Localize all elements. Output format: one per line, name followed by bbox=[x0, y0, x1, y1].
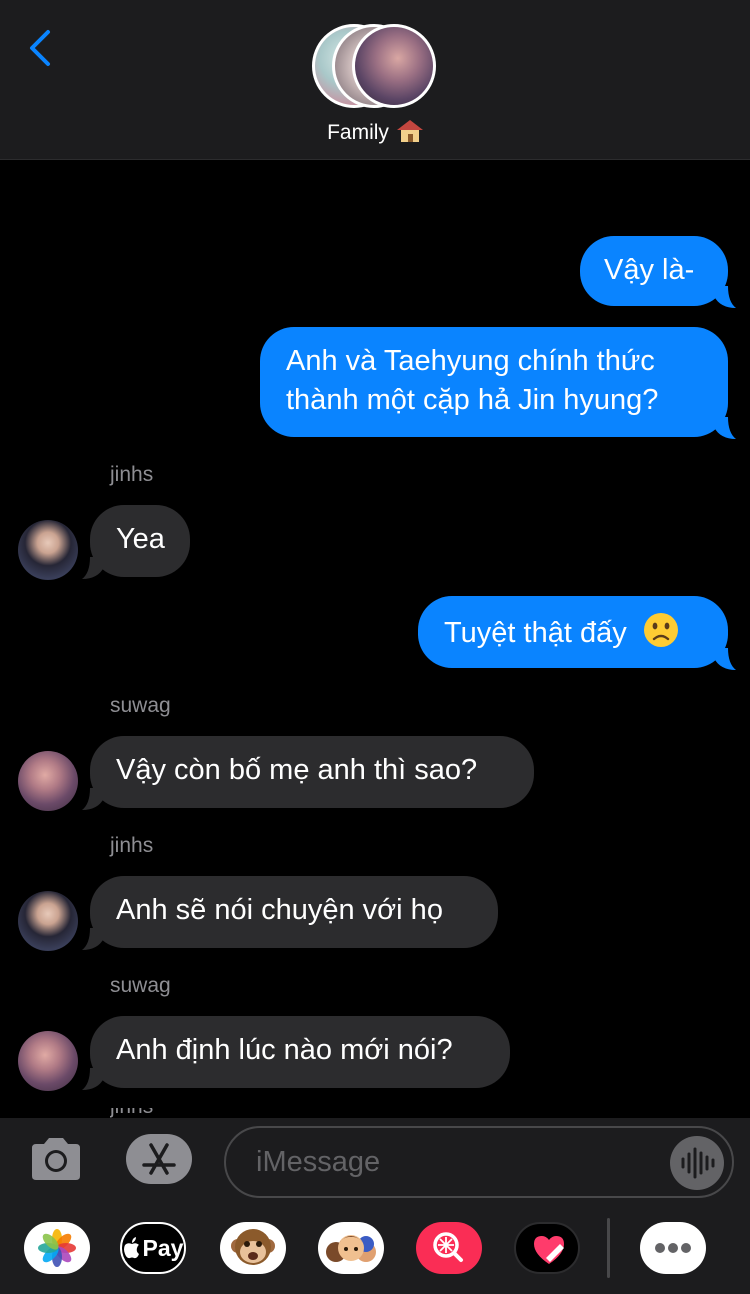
group-title[interactable]: Family bbox=[0, 120, 750, 145]
avatar[interactable] bbox=[18, 891, 78, 951]
outgoing-message[interactable]: Anh và Taehyung chính thức thành một cặp… bbox=[260, 327, 728, 437]
message-text: Vậy là- bbox=[604, 254, 695, 286]
apple-pay-button[interactable]: Pay bbox=[120, 1222, 186, 1274]
message-text: Tuyệt thật đấy bbox=[444, 617, 627, 649]
messages-screen: Family Vậy là- Anh và Taehyung chính thứ… bbox=[0, 0, 750, 1294]
bubble-tail bbox=[82, 788, 104, 810]
message-text: Anh định lúc nào mới nói? bbox=[116, 1034, 453, 1066]
sender-name: jinhs bbox=[110, 834, 154, 857]
message-text: Anh sẽ nói chuyện với họ bbox=[116, 894, 443, 926]
incoming-message[interactable]: Anh sẽ nói chuyện với họ bbox=[90, 876, 498, 948]
avatar bbox=[352, 24, 436, 108]
avatar[interactable] bbox=[18, 751, 78, 811]
bubble-tail bbox=[82, 1068, 104, 1090]
sender-name: suwag bbox=[110, 694, 171, 717]
message-input[interactable] bbox=[256, 1142, 656, 1182]
app-drawer: Pay bbox=[0, 1218, 750, 1282]
memoji-icon bbox=[326, 1235, 376, 1262]
app-store-button[interactable] bbox=[126, 1134, 192, 1184]
incoming-message[interactable]: Anh định lúc nào mới nói? bbox=[90, 1016, 510, 1088]
conversation-header: Family bbox=[0, 0, 750, 160]
photos-app-button[interactable] bbox=[24, 1222, 90, 1274]
more-icon bbox=[655, 1243, 691, 1253]
incoming-message[interactable]: Yea bbox=[90, 505, 190, 577]
image-search-icon bbox=[433, 1232, 463, 1262]
message-text: Vậy còn bố mẹ anh thì sao? bbox=[116, 754, 478, 786]
app-drawer-divider bbox=[607, 1218, 610, 1278]
incoming-message[interactable]: Vậy còn bố mẹ anh thì sao? bbox=[90, 736, 534, 808]
animoji-app-button[interactable] bbox=[220, 1222, 286, 1274]
bubble-tail bbox=[714, 417, 736, 439]
chevron-left-icon bbox=[30, 30, 50, 66]
camera-button[interactable] bbox=[28, 1136, 84, 1182]
monkey-icon bbox=[231, 1229, 275, 1265]
digital-touch-app-button[interactable] bbox=[514, 1222, 580, 1274]
app-store-icon bbox=[142, 1143, 176, 1175]
memoji-app-button[interactable] bbox=[318, 1222, 384, 1274]
image-search-app-button[interactable] bbox=[416, 1222, 482, 1274]
audio-message-button[interactable] bbox=[670, 1136, 724, 1190]
more-apps-button[interactable] bbox=[640, 1222, 706, 1274]
back-button[interactable] bbox=[22, 26, 62, 70]
waveform-icon bbox=[681, 1147, 715, 1179]
message-input-field[interactable] bbox=[224, 1126, 734, 1198]
bubble-tail bbox=[82, 557, 104, 579]
avatar[interactable] bbox=[18, 520, 78, 580]
group-name-label: Family bbox=[327, 121, 389, 144]
bubble-tail bbox=[82, 928, 104, 950]
message-text: Yea bbox=[116, 523, 165, 555]
compose-bar: Pay bbox=[0, 1118, 750, 1294]
avatar[interactable] bbox=[18, 1031, 78, 1091]
camera-icon bbox=[32, 1138, 80, 1180]
photos-icon bbox=[38, 1229, 76, 1267]
digital-touch-icon bbox=[534, 1236, 564, 1264]
message-text-line: thành một cặp hả Jin hyung? bbox=[286, 384, 659, 416]
slightly-frowning-face-icon bbox=[643, 613, 678, 647]
outgoing-message[interactable]: Vậy là- bbox=[580, 236, 728, 306]
sender-name-cutoff: jinhs bbox=[110, 1108, 170, 1118]
house-icon bbox=[396, 120, 423, 142]
group-avatars[interactable] bbox=[312, 22, 442, 112]
sender-name: jinhs bbox=[110, 463, 154, 486]
bubble-tail bbox=[714, 648, 736, 670]
apple-logo-icon bbox=[123, 1237, 139, 1259]
apple-pay-label: Pay bbox=[142, 1234, 184, 1261]
message-text-line: Anh và Taehyung chính thức bbox=[286, 345, 655, 377]
outgoing-message[interactable]: Tuyệt thật đấy bbox=[418, 596, 728, 668]
bubble-tail bbox=[714, 286, 736, 308]
sender-name: suwag bbox=[110, 974, 171, 997]
